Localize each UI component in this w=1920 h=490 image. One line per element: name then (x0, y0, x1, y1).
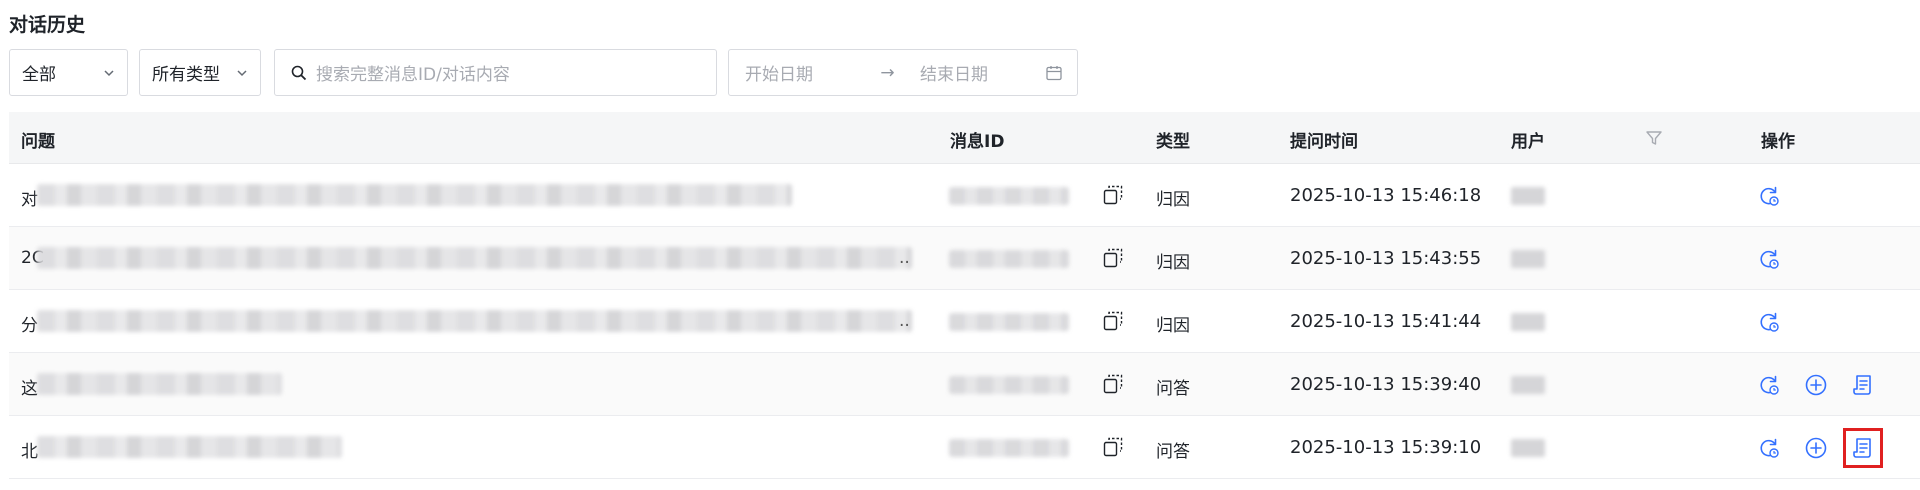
calendar-icon[interactable] (1045, 64, 1063, 82)
date-start-field[interactable]: 开始日期 (745, 60, 865, 85)
refresh-icon (1757, 310, 1781, 334)
copy-icon[interactable] (1102, 436, 1124, 463)
question-ellipsis: .. (899, 248, 910, 268)
header-time: 提问时间 (1290, 132, 1358, 152)
type-select-value: 所有类型 (152, 65, 220, 85)
message-id-redacted (949, 313, 1069, 331)
question-text-redacted (37, 373, 282, 395)
user-redacted (1511, 250, 1545, 268)
user-redacted (1511, 376, 1545, 394)
report-button[interactable] (1849, 371, 1877, 399)
header-type: 类型 (1156, 132, 1190, 152)
question-text: 对 (21, 190, 38, 210)
report-icon (1851, 373, 1875, 397)
user-redacted (1511, 313, 1545, 331)
date-end-field[interactable]: 结束日期 (920, 60, 1040, 85)
search-input[interactable]: 搜索完整消息ID/对话内容 (274, 49, 717, 96)
type-select[interactable]: 所有类型 (139, 49, 261, 96)
copy-icon[interactable] (1102, 310, 1124, 337)
question-text-redacted (37, 184, 792, 206)
header-actions: 操作 (1761, 132, 1795, 152)
table-row[interactable]: 北 问答 2025-10-13 15:39:10 (9, 416, 1920, 479)
user-redacted (1511, 439, 1545, 457)
user-redacted (1511, 187, 1545, 205)
scope-select[interactable]: 全部 (9, 49, 128, 96)
header-user: 用户 (1511, 132, 1545, 152)
filter-icon[interactable] (1644, 128, 1664, 148)
question-text-redacted (37, 310, 912, 332)
copy-icon[interactable] (1102, 247, 1124, 274)
message-id-redacted (949, 250, 1069, 268)
type-cell: 问答 (1156, 379, 1190, 399)
regenerate-button[interactable] (1755, 371, 1783, 399)
type-cell: 归因 (1156, 316, 1190, 336)
page-title: 对话历史 (9, 14, 86, 36)
question-text: 分 (21, 316, 38, 336)
question-text: 北 (21, 442, 38, 462)
date-range-picker[interactable]: 开始日期 → 结束日期 (728, 49, 1078, 96)
scope-select-value: 全部 (22, 65, 56, 85)
message-id-redacted (949, 187, 1069, 205)
message-id-redacted (949, 439, 1069, 457)
time-cell: 2025-10-13 15:39:10 (1290, 437, 1482, 458)
add-button[interactable] (1802, 371, 1830, 399)
add-icon (1804, 436, 1828, 460)
regenerate-button[interactable] (1755, 182, 1783, 210)
time-cell: 2025-10-13 15:39:40 (1290, 374, 1482, 395)
regenerate-button[interactable] (1755, 434, 1783, 462)
highlight-box (1843, 428, 1883, 468)
message-id-redacted (949, 376, 1069, 394)
type-cell: 归因 (1156, 190, 1190, 210)
copy-icon[interactable] (1102, 373, 1124, 400)
regenerate-button[interactable] (1755, 308, 1783, 336)
header-message-id: 消息ID (950, 132, 1005, 152)
type-cell: 归因 (1156, 253, 1190, 273)
refresh-icon (1757, 436, 1781, 460)
type-cell: 问答 (1156, 442, 1190, 462)
table-row[interactable]: 2C.. 归因 2025-10-13 15:43:55 (9, 227, 1920, 290)
time-cell: 2025-10-13 15:41:44 (1290, 311, 1482, 332)
copy-icon[interactable] (1102, 184, 1124, 211)
table-row[interactable]: 分.. 归因 2025-10-13 15:41:44 (9, 290, 1920, 353)
header-question: 问题 (21, 132, 55, 152)
question-text: 这 (21, 379, 38, 399)
regenerate-button[interactable] (1755, 245, 1783, 273)
add-button[interactable] (1802, 434, 1830, 462)
time-cell: 2025-10-13 15:46:18 (1290, 185, 1482, 206)
add-icon (1804, 373, 1828, 397)
chevron-down-icon (104, 69, 114, 76)
table-header: 问题 消息ID 类型 提问时间 用户 操作 (9, 112, 1920, 164)
refresh-icon (1757, 247, 1781, 271)
refresh-icon (1757, 184, 1781, 208)
table-row[interactable]: 这 问答 2025-10-13 15:39:40 (9, 353, 1920, 416)
question-ellipsis: .. (899, 311, 910, 331)
search-placeholder: 搜索完整消息ID/对话内容 (316, 65, 510, 85)
question-text-redacted (37, 247, 912, 269)
date-range-arrow: → (880, 62, 895, 83)
refresh-icon (1757, 373, 1781, 397)
search-icon (291, 65, 307, 80)
time-cell: 2025-10-13 15:43:55 (1290, 248, 1482, 269)
table-row[interactable]: 对 归因 2025-10-13 15:46:18 (9, 164, 1920, 227)
conversation-table: 问题 消息ID 类型 提问时间 用户 操作 对归因 2025-10-13 15:4… (9, 112, 1920, 479)
question-text-redacted (37, 436, 342, 458)
chevron-down-icon (237, 69, 247, 76)
